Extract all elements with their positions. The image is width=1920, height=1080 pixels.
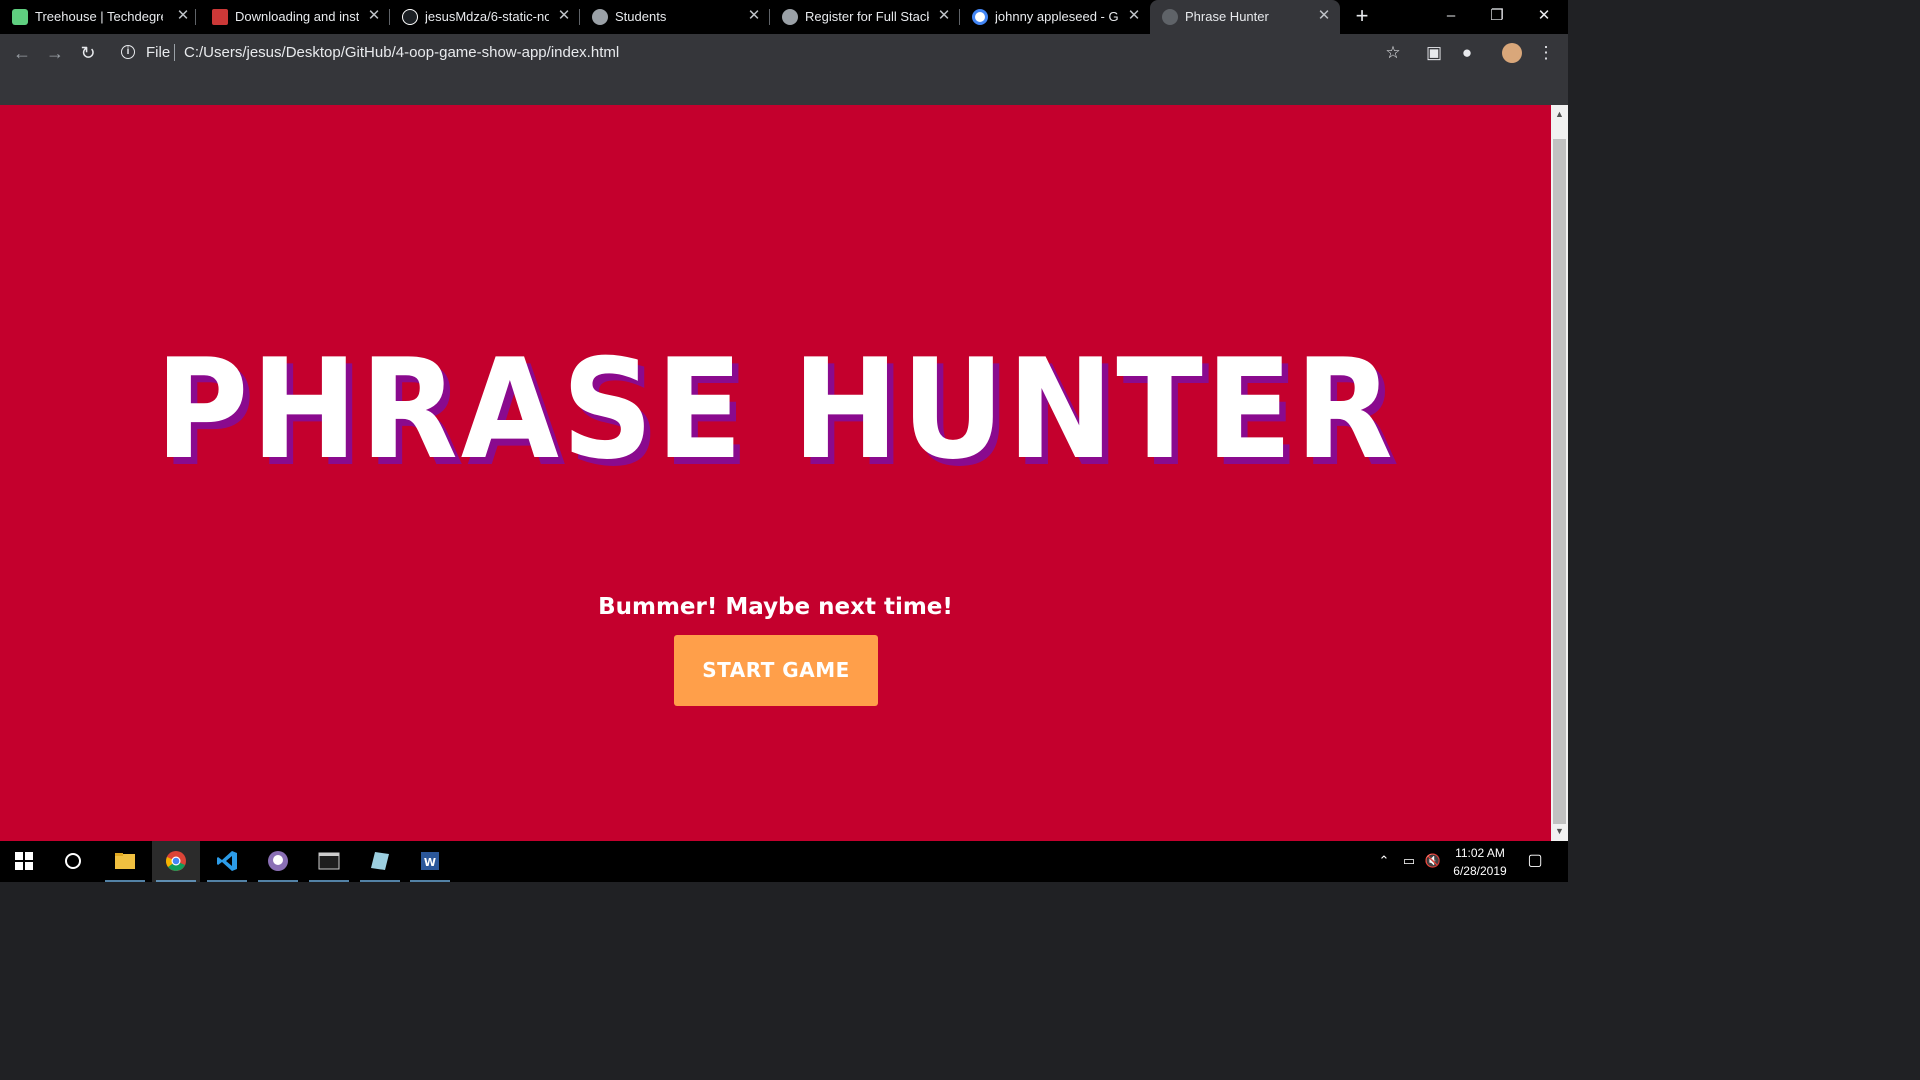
running-indicator (309, 880, 349, 882)
clock-time: 11:02 AM (1455, 846, 1505, 860)
bookmark-star-icon[interactable]: ☆ (1383, 43, 1403, 63)
tab-divider (195, 9, 196, 25)
chrome-icon (166, 851, 186, 871)
cortana-icon (65, 853, 81, 869)
address-bar[interactable]: C:/Users/jesus/Desktop/GitHub/4-oop-game… (184, 44, 619, 61)
globe-icon (592, 9, 608, 25)
globe-icon (1162, 9, 1178, 25)
vscode-button[interactable] (203, 841, 251, 882)
tab-students[interactable]: Students ✕ (580, 0, 770, 34)
tab-title: Register for Full Stack (805, 10, 929, 24)
globe-icon (782, 9, 798, 25)
running-indicator (410, 880, 450, 882)
running-indicator (360, 880, 400, 882)
system-clock[interactable]: 11:02 AM 6/28/2019 (1440, 844, 1520, 880)
tab-strip: Treehouse | Techdegree ✕ Downloading and… (0, 0, 1568, 34)
tab-title: johnny appleseed - Google (995, 10, 1119, 24)
scroll-thumb[interactable] (1553, 139, 1566, 824)
terminal-button[interactable] (305, 841, 353, 882)
github-icon (402, 9, 418, 25)
close-icon[interactable]: ✕ (175, 8, 191, 24)
running-indicator (258, 880, 298, 882)
vscode-icon (217, 851, 237, 871)
tab-github[interactable]: jesusMdza/6-static-node ✕ (390, 0, 580, 34)
sketch-icon (371, 852, 389, 870)
tab-google-search[interactable]: johnny appleseed - Google ✕ (960, 0, 1150, 34)
tab-treehouse[interactable]: Treehouse | Techdegree ✕ (0, 0, 196, 34)
game-title: PHRASE HUNTER (155, 329, 1396, 490)
start-icon (15, 852, 33, 870)
omnibox-divider (174, 44, 175, 61)
extension-icon[interactable]: ▣ (1424, 43, 1444, 63)
tab-title: Students (615, 10, 667, 24)
tray-chevron-icon[interactable]: ⌃ (1376, 852, 1392, 870)
battery-icon[interactable]: ▭ (1399, 852, 1419, 870)
tab-title: Treehouse | Techdegree (35, 10, 163, 24)
toolbar-spacer (0, 72, 1568, 105)
reload-icon[interactable]: ↻ (76, 41, 100, 65)
game-over-message: Bummer! Maybe next time! (598, 594, 953, 620)
npm-icon (212, 9, 228, 25)
word-icon: W (421, 852, 439, 870)
windows-taskbar: W ⌃ ▭ 🔇 11:02 AM 6/28/2019 ▢ (0, 841, 1568, 882)
github-desktop-icon (268, 851, 288, 871)
close-icon[interactable]: ✕ (1126, 8, 1142, 24)
close-icon[interactable]: ✕ (556, 8, 572, 24)
word-button[interactable]: W (406, 841, 454, 882)
tab-register[interactable]: Register for Full Stack ✕ (770, 0, 960, 34)
tab-title: jesusMdza/6-static-node (425, 10, 549, 24)
github-desktop-button[interactable] (254, 841, 302, 882)
file-explorer-icon (115, 853, 135, 869)
restore-icon[interactable]: ❐ (1486, 4, 1508, 28)
close-icon[interactable]: ✕ (936, 8, 952, 24)
file-explorer-button[interactable] (101, 841, 149, 882)
cortana-button[interactable] (49, 841, 97, 882)
tab-title: Downloading and installing (235, 10, 359, 24)
site-info-icon[interactable]: i (121, 45, 135, 59)
scroll-down-icon[interactable]: ▼ (1551, 824, 1568, 841)
menu-kebab-icon[interactable]: ⋮ (1536, 43, 1556, 63)
back-icon[interactable]: ← (10, 41, 34, 65)
start-game-button[interactable]: START GAME (674, 635, 878, 706)
scheme-label: File (146, 44, 171, 61)
running-indicator (105, 880, 145, 882)
extension-circle-icon[interactable]: ● (1457, 43, 1477, 63)
close-icon[interactable]: ✕ (746, 8, 762, 24)
minimize-icon[interactable]: – (1440, 4, 1462, 28)
treehouse-icon (12, 9, 28, 25)
tab-title: Phrase Hunter (1185, 10, 1269, 24)
game-overlay: PHRASE HUNTER Bummer! Maybe next time! S… (0, 105, 1551, 841)
sketch-button[interactable] (356, 841, 404, 882)
google-icon (972, 9, 988, 25)
close-icon[interactable]: ✕ (366, 8, 382, 24)
tab-npm[interactable]: Downloading and installing ✕ (200, 0, 390, 34)
start-button[interactable] (0, 841, 48, 882)
tab-phrase-hunter[interactable]: Phrase Hunter ✕ (1150, 0, 1340, 34)
action-center-icon[interactable]: ▢ (1524, 852, 1546, 870)
running-indicator (156, 880, 196, 882)
profile-avatar[interactable] (1502, 43, 1522, 63)
svg-text:W: W (424, 856, 436, 869)
window-close-icon[interactable]: ✕ (1533, 4, 1555, 28)
clock-date: 6/28/2019 (1453, 864, 1507, 878)
new-tab-button[interactable]: + (1351, 5, 1373, 28)
terminal-icon (318, 852, 340, 870)
chrome-button[interactable] (152, 841, 200, 882)
close-icon[interactable]: ✕ (1316, 8, 1332, 24)
page-scrollbar[interactable]: ▲ ▼ (1551, 105, 1568, 841)
running-indicator (207, 880, 247, 882)
scroll-up-icon[interactable]: ▲ (1551, 105, 1568, 122)
forward-icon[interactable]: → (43, 41, 67, 65)
